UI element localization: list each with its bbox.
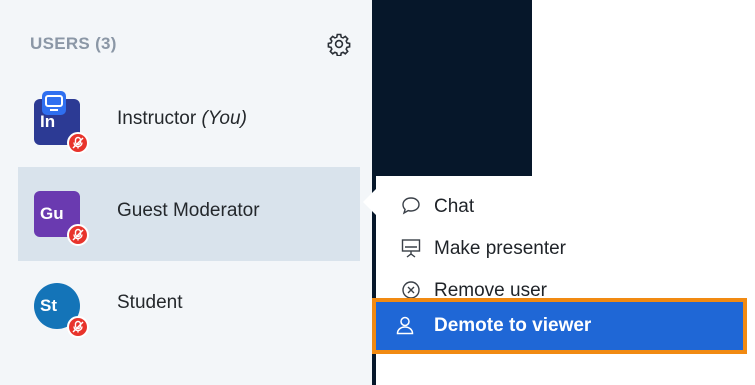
avatar-initials: St (40, 296, 57, 315)
chat-bubble-icon (400, 195, 422, 217)
avatar-initials: Gu (40, 204, 64, 223)
avatar: In (34, 91, 89, 154)
menu-item-chat[interactable]: Chat (390, 186, 730, 226)
menu-caret (363, 188, 377, 216)
muted-mic-icon (67, 316, 89, 338)
user-name: Student (117, 292, 183, 314)
gear-icon[interactable] (327, 32, 351, 57)
muted-mic-icon (67, 132, 89, 154)
menu-item-make-presenter[interactable]: Make presenter (390, 228, 730, 268)
user-row-instructor[interactable]: In Instructor (You) (18, 75, 360, 169)
you-indicator: (You) (201, 108, 247, 129)
menu-item-demote-to-viewer[interactable]: Demote to viewer (372, 298, 747, 354)
users-title: USERS (3) (30, 34, 117, 53)
users-sidebar: USERS (3) In Instructor (You) Gu Guest M… (0, 0, 372, 385)
user-name: Instructor (You) (117, 108, 247, 130)
user-context-menu: Chat Make presenter Remove user Demote t… (372, 176, 755, 385)
user-name-text: Instructor (117, 108, 197, 129)
user-row-guest-moderator[interactable]: Gu Guest Moderator (18, 167, 360, 261)
muted-mic-icon (67, 224, 89, 246)
menu-item-label: Remove user (434, 280, 547, 301)
menu-item-label: Make presenter (434, 238, 567, 259)
user-row-student[interactable]: St Student (18, 259, 360, 353)
user-name-text: Student (117, 292, 183, 313)
user-name-text: Guest Moderator (117, 200, 260, 221)
presenter-icon (42, 91, 66, 115)
users-header: USERS (3) (30, 32, 360, 58)
avatar: Gu (34, 191, 89, 246)
user-icon (394, 314, 416, 336)
avatar: St (34, 283, 89, 338)
menu-item-label: Demote to viewer (434, 315, 592, 336)
presentation-board-icon (400, 237, 422, 259)
user-name: Guest Moderator (117, 200, 260, 222)
menu-item-label: Chat (434, 196, 475, 217)
remove-circle-icon (400, 279, 422, 301)
